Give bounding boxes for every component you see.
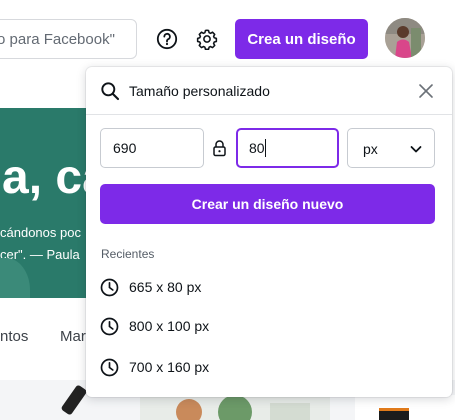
chevron-down-icon — [410, 146, 422, 153]
design-search-input[interactable]: o para Facebook" — [0, 19, 137, 59]
template-thumbnail-food[interactable] — [140, 395, 330, 420]
height-input[interactable] — [238, 130, 337, 166]
nav-tab-marketing[interactable]: Mar — [60, 328, 86, 345]
panel-title: Tamaño personalizado — [129, 83, 270, 99]
unit-select[interactable]: px — [347, 128, 435, 168]
divider — [86, 114, 452, 115]
height-field[interactable] — [236, 128, 339, 168]
napkin-image — [270, 403, 310, 420]
gear-icon[interactable] — [194, 26, 220, 52]
recents-heading: Recientes — [101, 247, 155, 261]
text-cursor — [265, 139, 266, 157]
clock-icon — [100, 358, 119, 376]
width-field[interactable] — [100, 128, 204, 168]
help-icon[interactable] — [154, 26, 180, 52]
hero-quote-line: cándonos poc — [0, 225, 81, 240]
recent-size-item[interactable]: 800 x 100 px — [100, 312, 430, 340]
create-design-button[interactable]: Crea un diseño — [235, 19, 368, 59]
unit-selected-value: px — [363, 141, 378, 157]
recent-size-label: 700 x 160 px — [129, 359, 210, 375]
salad-bowl-image — [218, 395, 252, 420]
clock-icon — [100, 317, 119, 335]
create-new-design-button[interactable]: Crear un diseño nuevo — [100, 184, 435, 224]
product-image — [379, 408, 409, 420]
recent-size-label: 665 x 80 px — [129, 279, 202, 295]
lock-icon[interactable] — [211, 139, 228, 157]
search-input-text: o para Facebook" — [0, 31, 115, 48]
avatar[interactable] — [385, 18, 425, 58]
recent-size-item[interactable]: 665 x 80 px — [100, 273, 430, 301]
custom-size-panel: Tamaño personalizado px Crear un diseño … — [86, 67, 452, 397]
recent-size-label: 800 x 100 px — [129, 318, 210, 334]
close-icon[interactable] — [417, 82, 435, 100]
search-icon — [101, 82, 120, 101]
width-input[interactable] — [101, 129, 203, 167]
hero-decoration — [0, 258, 30, 298]
recent-size-item[interactable]: 700 x 160 px — [100, 353, 430, 381]
food-bowl-image — [176, 399, 202, 420]
clock-icon — [100, 278, 119, 296]
nav-tab-events[interactable]: ntos — [0, 328, 28, 345]
template-thumbnail-product[interactable] — [355, 395, 455, 420]
